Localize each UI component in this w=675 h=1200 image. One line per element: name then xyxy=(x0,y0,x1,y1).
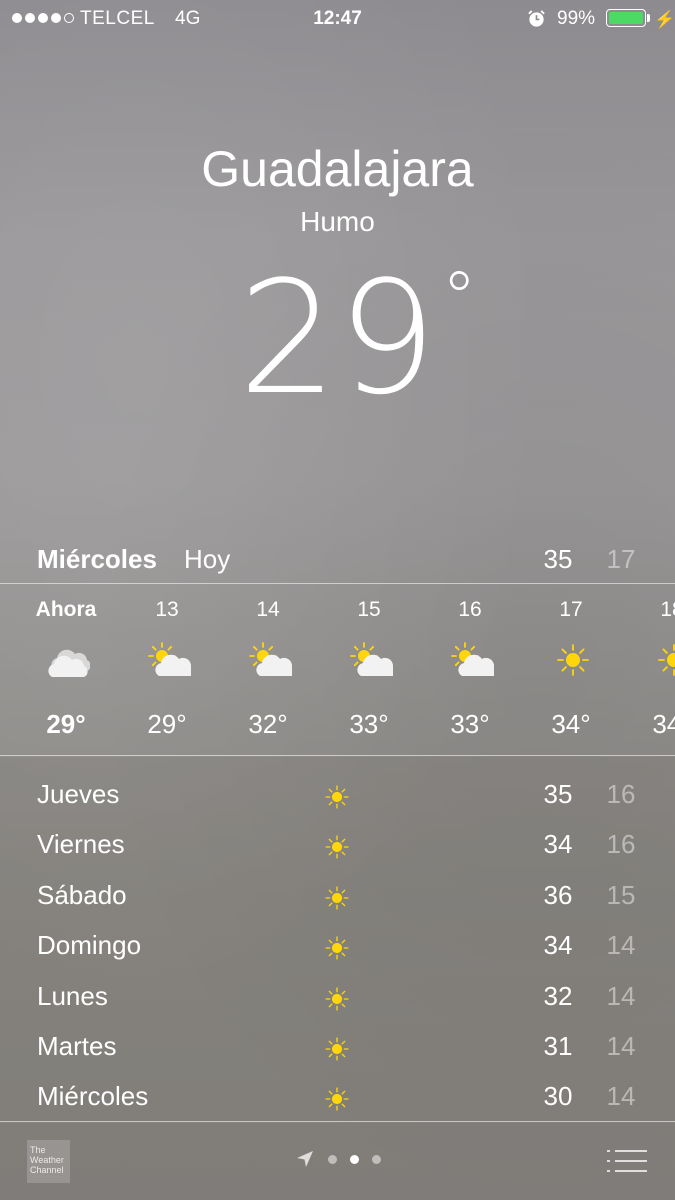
daily-day-name: Domingo xyxy=(37,930,142,961)
daily-high: 30 xyxy=(543,1081,573,1112)
sunny-icon xyxy=(321,882,353,914)
daily-day-name: Sábado xyxy=(37,879,127,910)
hourly-temp: 29° xyxy=(46,709,86,739)
today-label: Hoy xyxy=(184,544,231,574)
daily-day-name: Martes xyxy=(37,1031,117,1061)
list-icon[interactable] xyxy=(607,1147,647,1175)
daily-low: 14 xyxy=(606,1081,636,1112)
sunny-icon xyxy=(321,1033,353,1065)
sunny-icon xyxy=(321,781,353,813)
daily-low: 15 xyxy=(606,879,636,910)
daily-day-name: Jueves xyxy=(37,779,120,809)
sunny-icon xyxy=(321,1083,353,1115)
daily-day-name: Lunes xyxy=(37,980,108,1011)
divider xyxy=(0,1121,675,1122)
city-name: Guadalajara xyxy=(201,141,474,197)
hourly-temp: 34° xyxy=(551,709,591,739)
daily-high: 35 xyxy=(543,779,573,809)
hourly-temp: 33° xyxy=(349,709,389,739)
daily-high: 34 xyxy=(543,930,573,961)
bottom-toolbar: The Weather Channel xyxy=(0,1123,675,1200)
partly-sunny-icon xyxy=(147,640,195,680)
hourly-time: Ahora xyxy=(35,598,97,621)
hourly-time: 18 xyxy=(660,598,675,621)
current-temperature: 29 ° xyxy=(238,247,477,429)
today-summary-row: Miércoles Hoy 35 17 xyxy=(0,538,675,582)
daily-row: Miércoles 30 14 xyxy=(0,1067,675,1117)
daily-row: Viernes 34 16 xyxy=(0,815,675,865)
daily-low: 14 xyxy=(606,980,636,1011)
hourly-temp: 32° xyxy=(248,709,288,739)
divider xyxy=(0,755,675,756)
daily-day-name: Viernes xyxy=(37,829,125,860)
daily-day-name: Miércoles xyxy=(37,1081,149,1112)
current-condition: Humo xyxy=(300,206,375,237)
page-indicator-dot[interactable] xyxy=(372,1155,381,1164)
hourly-time: 15 xyxy=(357,598,381,621)
daily-row: Martes 31 14 xyxy=(0,1017,675,1067)
daily-low: 16 xyxy=(606,779,636,809)
daily-low: 14 xyxy=(606,930,636,961)
daily-low: 16 xyxy=(606,829,636,860)
daily-row: Sábado 36 15 xyxy=(0,866,675,916)
hourly-time: 17 xyxy=(559,598,583,621)
partly-sunny-icon xyxy=(248,640,296,680)
degree-symbol: ° xyxy=(441,257,477,339)
hourly-temp: 33° xyxy=(450,709,490,739)
battery-percent: 99% xyxy=(557,8,596,29)
sunny-icon xyxy=(652,640,675,680)
hourly-time: 16 xyxy=(458,598,482,621)
battery-tip xyxy=(647,14,650,22)
daily-row: Jueves 35 16 xyxy=(0,765,675,815)
hourly-item: 18 34° xyxy=(622,584,675,756)
partly-sunny-icon xyxy=(450,640,498,680)
today-high: 35 xyxy=(543,544,573,574)
today-low: 17 xyxy=(606,544,636,574)
page-indicator-dot-active[interactable] xyxy=(350,1155,359,1164)
hourly-temp: 34° xyxy=(652,709,675,739)
hourly-forecast-scroller[interactable]: Ahora 29° 13 29° 14 32° 15 33° 16 33° 17 34° 1… xyxy=(0,584,675,756)
daily-high: 32 xyxy=(543,980,573,1011)
hourly-item: 17 34° xyxy=(521,584,621,756)
weather-channel-logo[interactable]: The Weather Channel xyxy=(27,1140,70,1183)
daily-row: Lunes 32 14 xyxy=(0,967,675,1017)
alarm-icon xyxy=(528,10,545,27)
hourly-item: 16 33° xyxy=(420,584,520,756)
hourly-item: 15 33° xyxy=(319,584,419,756)
hourly-item: Ahora 29° xyxy=(16,584,116,756)
daily-high: 36 xyxy=(543,879,573,910)
daily-low: 14 xyxy=(606,1031,636,1061)
sunny-icon xyxy=(321,983,353,1015)
daily-forecast-list: Jueves 35 16 Viernes 34 16 Sábado 36 15 Dom… xyxy=(0,757,675,1122)
sunny-icon xyxy=(321,831,353,863)
cloudy-icon xyxy=(46,640,91,680)
daily-row: Domingo 34 14 xyxy=(0,916,675,966)
daily-high: 31 xyxy=(543,1031,573,1061)
hourly-item: 14 32° xyxy=(218,584,318,756)
charging-bolt-icon: ⚡ xyxy=(654,10,675,29)
hourly-time: 14 xyxy=(256,598,280,621)
sunny-icon xyxy=(321,932,353,964)
sunny-icon xyxy=(551,640,595,680)
partly-sunny-icon xyxy=(349,640,397,680)
page-indicator-dot[interactable] xyxy=(328,1155,337,1164)
battery-icon xyxy=(606,9,646,27)
hourly-time: 13 xyxy=(155,598,179,621)
hourly-item: 13 29° xyxy=(117,584,217,756)
today-day-name: Miércoles xyxy=(37,544,157,574)
hourly-temp: 29° xyxy=(147,709,187,739)
location-arrow-icon[interactable] xyxy=(296,1150,314,1168)
status-bar: TELCEL 4G 12:47 99% ⚡ xyxy=(0,0,675,40)
daily-high: 34 xyxy=(543,829,573,860)
